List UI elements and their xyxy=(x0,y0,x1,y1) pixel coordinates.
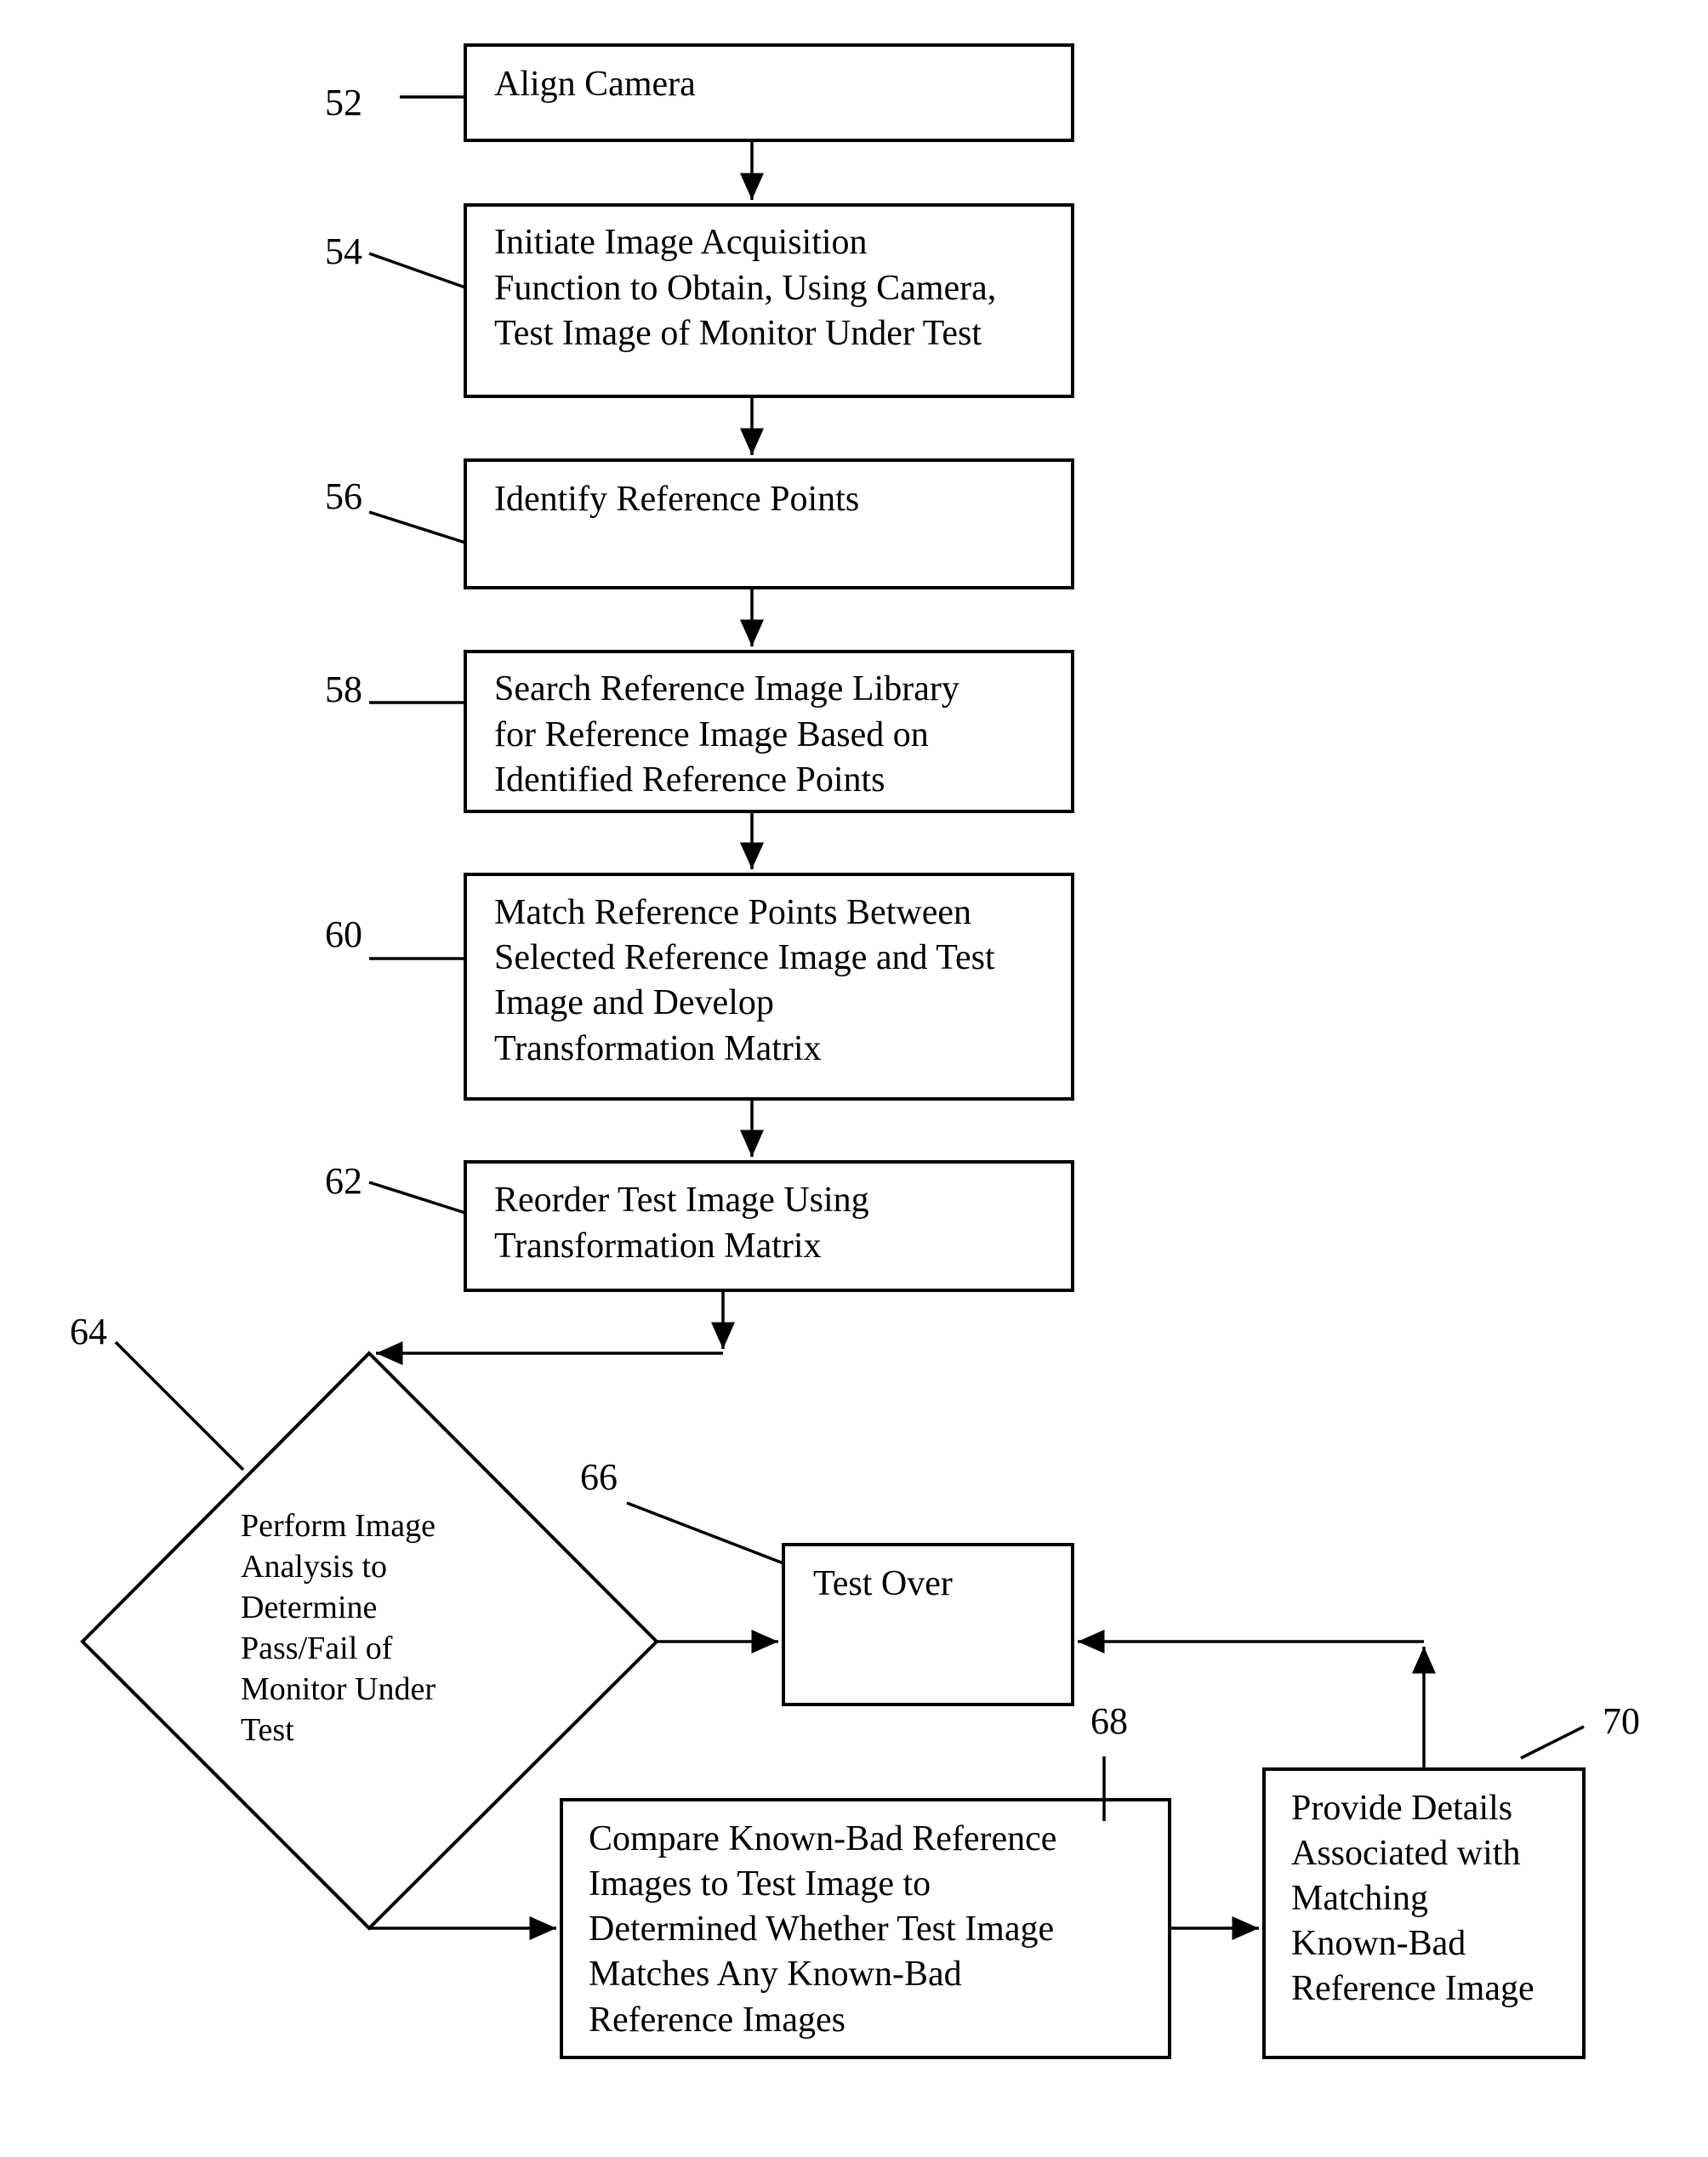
step-60-line-4: Transformation Matrix xyxy=(494,1029,822,1068)
step-52-label: Align Camera xyxy=(494,65,696,104)
step-68-line-2: Images to Test Image to xyxy=(589,1864,931,1904)
step-54-line-2: Function to Obtain, Using Camera, xyxy=(494,269,996,308)
decision-64-line-4: Pass/Fail of xyxy=(241,1631,393,1666)
step-58-line-1: Search Reference Image Library xyxy=(494,669,959,709)
step-66-test-over: Test Over xyxy=(782,1543,1074,1706)
decision-64-line-3: Determine xyxy=(241,1590,377,1625)
ref-58: 58 xyxy=(325,669,362,710)
ref-64: 64 xyxy=(70,1311,107,1352)
step-70-line-2: Associated with xyxy=(1291,1834,1520,1873)
leader-54 xyxy=(368,252,466,289)
ref-56: 56 xyxy=(325,475,362,517)
flowchart: Align Camera 52 Initiate Image Acquisiti… xyxy=(70,43,1640,2059)
step-60-line-3: Image and Develop xyxy=(494,983,774,1022)
step-58-line-2: for Reference Image Based on xyxy=(494,715,929,754)
step-68-compare-known-bad: Compare Known-Bad Reference Images to Te… xyxy=(560,1798,1171,2059)
leader-56 xyxy=(368,510,466,544)
ref-66: 66 xyxy=(580,1456,618,1498)
step-68-line-3: Determined Whether Test Image xyxy=(589,1909,1054,1949)
step-70-line-5: Reference Image xyxy=(1291,1969,1534,2008)
ref-60: 60 xyxy=(325,913,362,955)
step-54-line-1: Initiate Image Acquisition xyxy=(494,223,868,262)
step-68-line-4: Matches Any Known-Bad xyxy=(589,1955,962,1994)
leader-64 xyxy=(114,1340,245,1471)
step-62-line-2: Transformation Matrix xyxy=(494,1226,822,1266)
ref-62: 62 xyxy=(325,1160,362,1202)
step-68-line-5: Reference Images xyxy=(589,2000,845,2040)
step-60-match-points: Match Reference Points Between Selected … xyxy=(464,873,1074,1101)
step-68-line-1: Compare Known-Bad Reference xyxy=(589,1819,1056,1858)
leader-62 xyxy=(368,1181,466,1215)
step-54-line-3: Test Image of Monitor Under Test xyxy=(494,314,982,353)
step-70-provide-details: Provide Details Associated with Matching… xyxy=(1262,1767,1586,2059)
step-58-search-library: Search Reference Image Library for Refer… xyxy=(464,650,1074,813)
step-56-label: Identify Reference Points xyxy=(494,480,859,519)
decision-64-line-1: Perform Image xyxy=(241,1508,436,1544)
ref-52: 52 xyxy=(325,82,362,123)
step-70-line-1: Provide Details xyxy=(1291,1789,1512,1828)
step-62-line-1: Reorder Test Image Using xyxy=(494,1181,869,1220)
step-70-line-4: Known-Bad xyxy=(1291,1924,1466,1963)
decision-64-line-2: Analysis to xyxy=(241,1549,387,1585)
decision-64-line-6: Test xyxy=(241,1712,294,1748)
step-62-reorder-image: Reorder Test Image Using Transformation … xyxy=(464,1160,1074,1292)
ref-70: 70 xyxy=(1603,1700,1640,1742)
step-54-initiate-acquisition: Initiate Image Acquisition Function to O… xyxy=(464,203,1074,398)
step-56-identify-points: Identify Reference Points xyxy=(464,458,1074,589)
step-66-label: Test Over xyxy=(813,1564,953,1603)
leader-66 xyxy=(626,1501,784,1565)
step-60-line-1: Match Reference Points Between xyxy=(494,893,971,932)
step-60-line-2: Selected Reference Image and Test xyxy=(494,938,995,977)
step-52-align-camera: Align Camera xyxy=(464,43,1074,142)
leader-70 xyxy=(1520,1725,1585,1760)
step-70-line-3: Matching xyxy=(1291,1879,1428,1918)
ref-68: 68 xyxy=(1090,1700,1128,1742)
decision-64-line-5: Monitor Under xyxy=(241,1671,436,1707)
ref-54: 54 xyxy=(325,230,362,272)
step-58-line-3: Identified Reference Points xyxy=(494,760,885,800)
